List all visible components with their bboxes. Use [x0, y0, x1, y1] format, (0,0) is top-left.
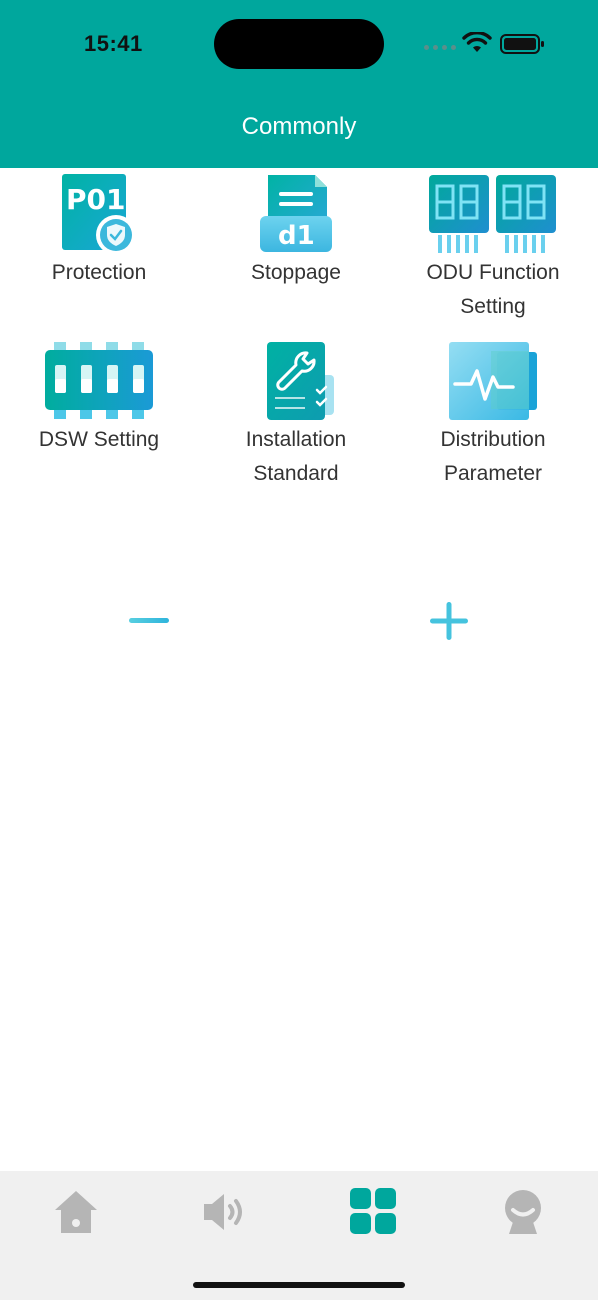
- cellular-signal-icon: [424, 45, 456, 50]
- zoom-in-button[interactable]: [429, 601, 469, 641]
- tab-sound[interactable]: [198, 1186, 250, 1238]
- p01-text: P01: [66, 183, 126, 216]
- menu-item-stoppage[interactable]: d1 Stoppage: [196, 172, 396, 290]
- home-icon: [55, 1191, 97, 1233]
- tab-service[interactable]: [497, 1186, 549, 1238]
- pulse-monitor-icon: [449, 342, 537, 420]
- dynamic-island: [214, 19, 384, 69]
- speaker-icon: [204, 1194, 242, 1230]
- dip-switch-icon: [45, 342, 153, 419]
- menu-item-label: Stoppage: [251, 261, 341, 284]
- menu-item-dsw-setting[interactable]: DSW Setting: [0, 339, 199, 457]
- tab-apps[interactable]: [348, 1186, 400, 1238]
- menu-item-label: ODU Function Setting: [426, 261, 560, 318]
- p01-protection-icon: P01: [62, 174, 136, 255]
- menu-item-label: Protection: [51, 261, 147, 284]
- segment-display-icon: [429, 175, 556, 253]
- home-indicator: [193, 1282, 405, 1288]
- zoom-out-button[interactable]: [128, 612, 170, 630]
- menu-item-protection[interactable]: P01 Protection: [0, 172, 199, 290]
- header: 15:41 Commonly: [0, 0, 598, 168]
- menu-item-odu-function-setting[interactable]: ODU Function Setting: [393, 172, 593, 324]
- status-time: 15:41: [84, 31, 143, 56]
- user-support-icon: [505, 1190, 541, 1234]
- page-title: Commonly: [241, 113, 357, 140]
- menu-item-label: Distribution Parameter: [440, 428, 546, 485]
- menu-item-label: Installation Standard: [245, 428, 347, 485]
- d1-text: d1: [278, 221, 315, 251]
- d1-stoppage-icon: d1: [260, 175, 332, 252]
- tab-home[interactable]: [50, 1186, 102, 1238]
- menu-item-installation-standard[interactable]: Installation Standard: [196, 339, 396, 491]
- plus-icon: [430, 602, 468, 640]
- wrench-checklist-icon: [267, 342, 334, 420]
- grid-apps-icon: [350, 1188, 396, 1234]
- wifi-icon: [462, 32, 492, 52]
- minus-icon: [129, 618, 169, 623]
- menu-item-label: DSW Setting: [38, 428, 160, 451]
- battery-icon: [500, 34, 544, 54]
- menu-item-distribution-parameter[interactable]: Distribution Parameter: [393, 339, 593, 491]
